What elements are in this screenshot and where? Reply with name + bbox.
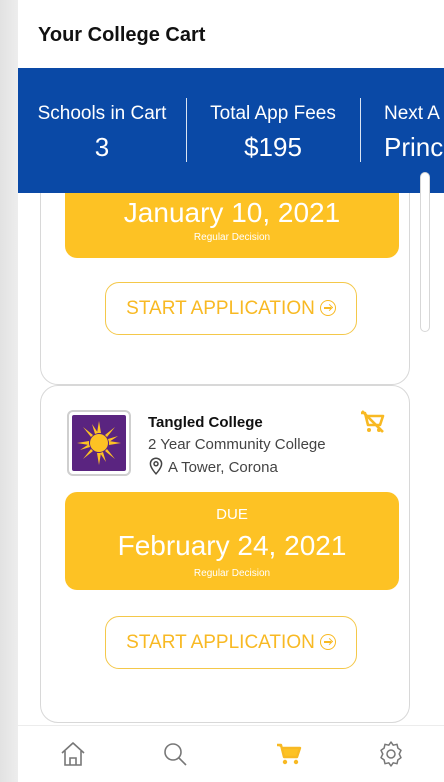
stat-value: $195 — [244, 132, 302, 162]
stat-next-application: Next A Princ — [360, 68, 444, 193]
due-date: February 24, 2021 — [117, 530, 347, 561]
stat-label: Schools in Cart — [37, 103, 167, 124]
background-gutter — [0, 0, 18, 782]
cart-list[interactable]: January 10, 2021 Regular Decision START … — [18, 193, 444, 725]
remove-from-cart-icon[interactable] — [358, 408, 386, 436]
stat-label: Next A — [384, 103, 440, 124]
stat-schools-in-cart: Schools in Cart 3 — [18, 68, 186, 193]
stat-total-app-fees: Total App Fees $195 — [186, 68, 360, 193]
nav-search-icon[interactable] — [160, 739, 190, 769]
school-name: Tangled College — [148, 414, 263, 431]
location-pin-icon — [148, 457, 164, 479]
arrow-circle-right-icon — [319, 300, 336, 316]
location-text: A Tower, Corona — [168, 459, 278, 476]
college-card: January 10, 2021 Regular Decision START … — [40, 193, 410, 385]
due-label: DUE — [216, 506, 248, 523]
stat-value: Princ — [384, 132, 444, 162]
nav-settings-icon[interactable] — [376, 739, 406, 769]
nav-cart-icon[interactable] — [274, 739, 304, 769]
start-application-button[interactable]: START APPLICATION — [105, 616, 357, 669]
nav-home-icon[interactable] — [58, 739, 88, 769]
app-header: Your College Cart — [18, 0, 444, 68]
start-application-label: START APPLICATION — [126, 632, 315, 653]
school-type: 2 Year Community College — [148, 436, 326, 453]
due-date: January 10, 2021 — [123, 197, 341, 228]
decision-type: Regular Decision — [193, 568, 271, 579]
adjacent-card-edge — [420, 172, 430, 332]
start-application-button[interactable]: START APPLICATION — [105, 282, 357, 335]
college-card: Tangled College 2 Year Community College… — [40, 385, 410, 723]
sun-icon — [77, 421, 121, 465]
decision-type: Regular Decision — [193, 232, 271, 243]
bottom-navigation — [18, 725, 444, 782]
school-location: A Tower, Corona — [148, 457, 278, 479]
due-date-box: DUE February 24, 2021 Regular Decision — [65, 492, 399, 590]
start-application-label: START APPLICATION — [126, 298, 315, 319]
app-screen: Your College Cart Schools in Cart 3 Tota… — [18, 0, 444, 782]
due-date-box: January 10, 2021 Regular Decision — [65, 193, 399, 258]
arrow-circle-right-icon — [319, 634, 336, 650]
page-title: Your College Cart — [38, 24, 206, 46]
cart-summary-bar[interactable]: Schools in Cart 3 Total App Fees $195 Ne… — [18, 68, 444, 193]
sun-emblem — [72, 415, 126, 471]
stat-label: Total App Fees — [210, 103, 336, 124]
college-logo — [67, 410, 131, 476]
stat-value: 3 — [94, 132, 110, 162]
